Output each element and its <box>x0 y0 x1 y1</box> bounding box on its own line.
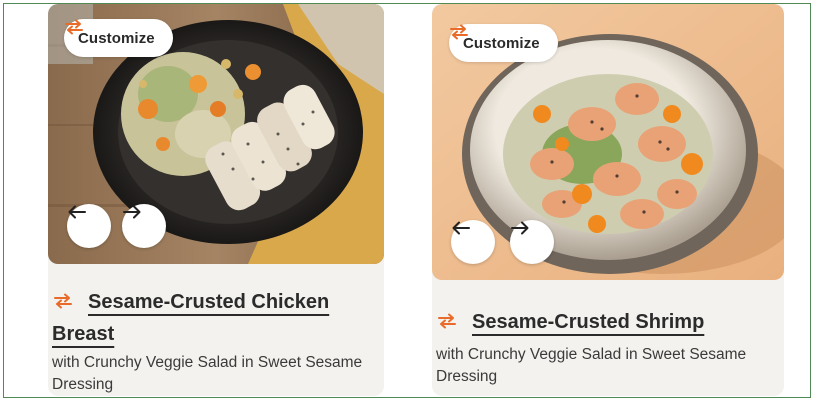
swap-arrows-icon <box>450 24 468 40</box>
customize-label: Customize <box>78 29 155 47</box>
customize-button[interactable]: Customize <box>64 19 173 57</box>
previous-photo-button[interactable] <box>451 220 495 264</box>
recipe-carousel: Customize Sesame-Crusted Chicken Breast <box>3 3 811 398</box>
swap-arrows-icon <box>65 19 83 35</box>
arrow-right-icon <box>511 221 529 235</box>
next-photo-button[interactable] <box>510 220 554 264</box>
recipe-title[interactable]: Sesame-Crusted Shrimp <box>472 311 704 333</box>
recipe-card[interactable]: Customize Sesame-Crusted Shrimp with Cru… <box>432 4 784 396</box>
next-photo-button[interactable] <box>122 204 166 248</box>
recipe-photo: Customize <box>48 4 384 264</box>
arrow-right-icon <box>123 205 141 219</box>
recipe-subtitle: with Crunchy Veggie Salad in Sweet Sesam… <box>436 346 747 385</box>
customize-label: Customize <box>463 34 540 52</box>
recipe-title-link[interactable]: Sesame-Crusted Shrimp <box>436 306 774 338</box>
recipe-photo: Customize <box>432 4 784 280</box>
swap-arrows-icon <box>438 313 456 329</box>
arrow-left-icon <box>452 221 470 235</box>
swap-arrows-icon <box>54 293 72 309</box>
recipe-subtitle: with Crunchy Veggie Salad in Sweet Sesam… <box>52 354 363 393</box>
recipe-card[interactable]: Customize Sesame-Crusted Chicken Breast <box>48 4 384 396</box>
customize-button[interactable]: Customize <box>449 24 558 62</box>
recipe-title-link[interactable]: Sesame-Crusted Chicken Breast <box>52 286 374 350</box>
arrow-left-icon <box>68 205 86 219</box>
recipe-title[interactable]: Sesame-Crusted Chicken Breast <box>52 291 329 345</box>
previous-photo-button[interactable] <box>67 204 111 248</box>
